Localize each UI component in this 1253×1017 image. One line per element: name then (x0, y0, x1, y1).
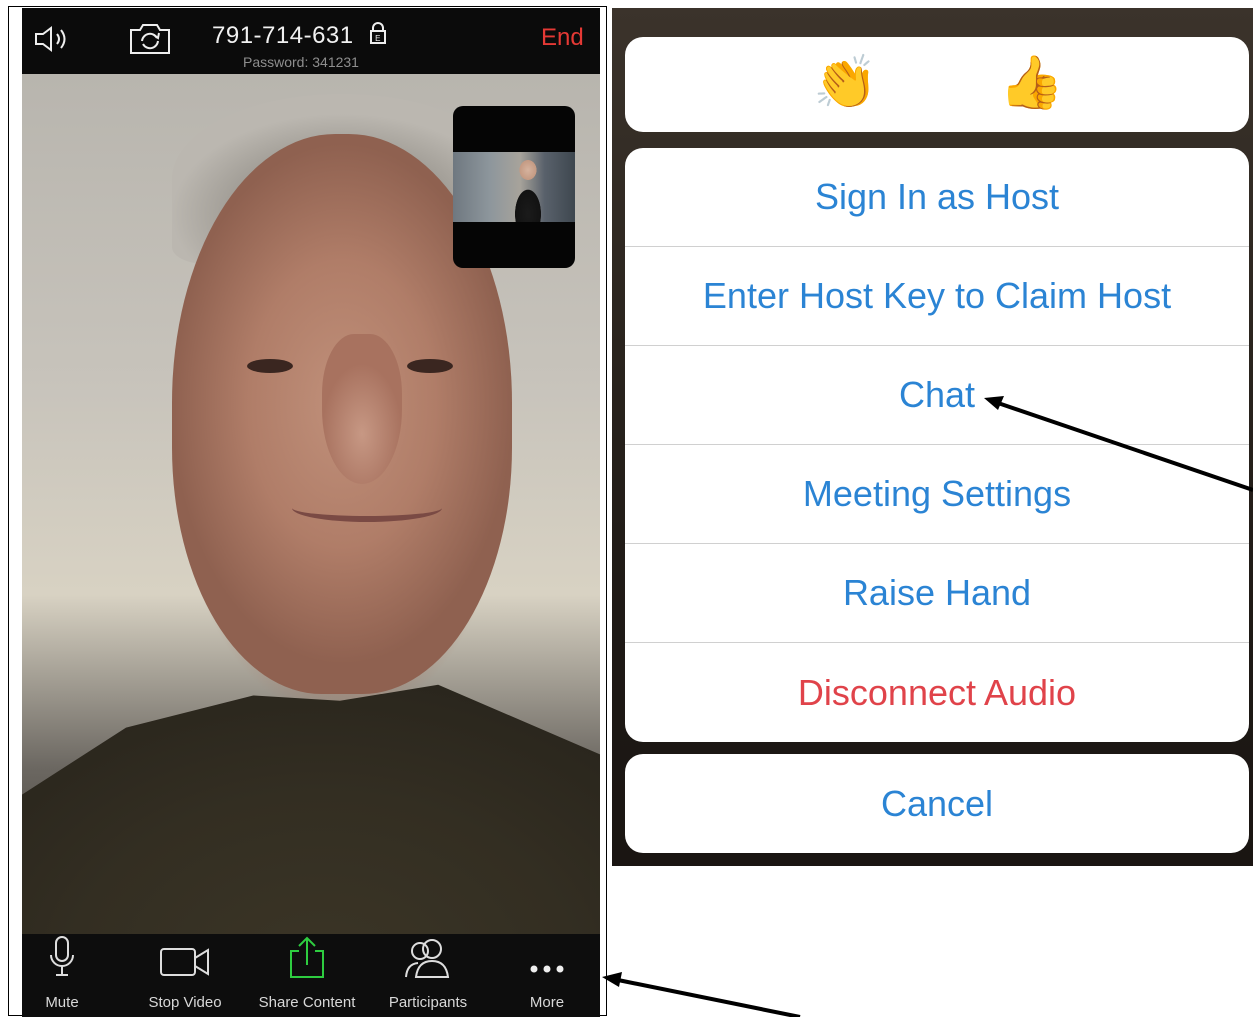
end-meeting-button[interactable]: End (541, 24, 584, 52)
switch-camera-icon[interactable] (128, 22, 172, 61)
meeting-id-text: 791-714-631 (212, 22, 354, 49)
self-view-person (513, 156, 543, 222)
menu-item-meeting-settings[interactable]: Meeting Settings (625, 445, 1249, 544)
reactions-card: 👏 👍 (625, 37, 1249, 132)
menu-item-disconnect-audio[interactable]: Disconnect Audio (625, 643, 1249, 742)
meeting-id: 791-714-631 E (212, 22, 422, 51)
video-participant-shirt (22, 684, 600, 942)
microphone-icon (48, 935, 76, 984)
menu-item-chat[interactable]: Chat (625, 346, 1249, 445)
lock-icon: E (369, 22, 387, 51)
meeting-top-bar: 791-714-631 E Password: 341231 End (22, 8, 600, 74)
video-participant-mouth (292, 494, 442, 522)
arrow-to-more (617, 978, 801, 1017)
participants-button[interactable]: Participants (380, 934, 476, 1017)
speaker-icon[interactable] (32, 25, 72, 58)
video-camera-icon (159, 945, 211, 984)
meeting-password: Password: 341231 (243, 54, 359, 70)
stop-video-button[interactable]: Stop Video (140, 934, 230, 1017)
participants-icon (402, 937, 454, 984)
more-button[interactable]: More (522, 934, 572, 1017)
meeting-toolbar: Mute Stop Video Share Content Participan… (22, 934, 600, 1017)
share-upload-icon (287, 935, 327, 984)
cancel-button[interactable]: Cancel (625, 754, 1249, 853)
participants-label: Participants (388, 994, 468, 1011)
menu-item-raise-hand[interactable]: Raise Hand (625, 544, 1249, 643)
video-participant-eye-right (407, 359, 453, 373)
share-content-label: Share Content (258, 994, 356, 1011)
share-content-button[interactable]: Share Content (252, 934, 362, 1017)
self-view-video (453, 152, 575, 222)
clap-reaction-button[interactable]: 👏 (813, 53, 878, 113)
self-view-thumbnail[interactable] (453, 106, 575, 268)
video-participant-eye-left (247, 359, 293, 373)
video-participant-nose (322, 334, 402, 484)
more-options-menu: Sign In as Host Enter Host Key to Claim … (625, 148, 1249, 742)
mute-label: Mute (45, 994, 79, 1011)
thumbs-up-reaction-button[interactable]: 👍 (999, 53, 1064, 113)
more-dots-icon (527, 959, 567, 984)
more-label: More (529, 994, 565, 1011)
menu-item-sign-in-as-host[interactable]: Sign In as Host (625, 148, 1249, 247)
mute-button[interactable]: Mute (36, 934, 88, 1017)
stop-video-label: Stop Video (148, 994, 222, 1011)
menu-item-enter-host-key[interactable]: Enter Host Key to Claim Host (625, 247, 1249, 346)
meeting-screen: 791-714-631 E Password: 341231 End Mute … (22, 8, 600, 1017)
svg-text:E: E (375, 34, 381, 43)
